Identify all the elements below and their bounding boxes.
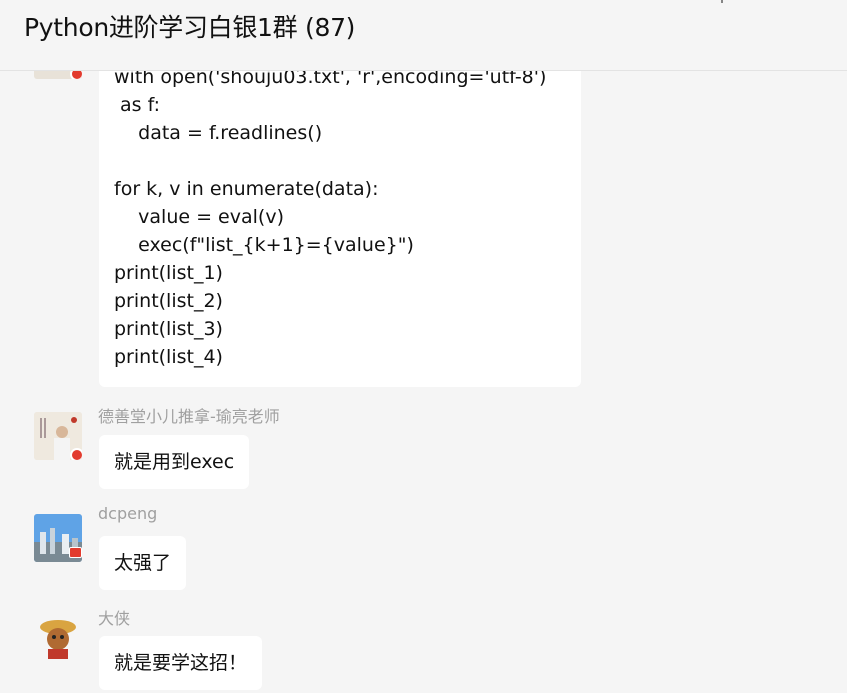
message-bubble[interactable]: 就是用到exec bbox=[99, 435, 250, 489]
message-bubble[interactable]: 就是要学这招！ bbox=[99, 636, 263, 690]
avatar[interactable] bbox=[34, 412, 82, 460]
message-list[interactable]: with open('shouju03.txt', 'r',encoding='… bbox=[0, 71, 847, 693]
avatar-image bbox=[34, 613, 82, 661]
flag-icon bbox=[70, 448, 82, 460]
code-line: print(list_2) bbox=[114, 290, 223, 312]
sender-name: dcpeng bbox=[98, 504, 158, 523]
code-message-bubble[interactable]: with open('shouju03.txt', 'r',encoding='… bbox=[99, 71, 581, 387]
avatar[interactable] bbox=[34, 613, 82, 661]
pin-icon[interactable] bbox=[716, 0, 730, 6]
chat-header: Python进阶学习白银1群 (87) bbox=[0, 0, 847, 71]
sender-name: 德善堂小儿推拿-瑜亮老师 bbox=[98, 407, 280, 426]
avatar[interactable] bbox=[34, 514, 82, 562]
code-line: for k, v in enumerate(data): bbox=[114, 178, 379, 200]
code-line: exec(f"list_{k+1}={value}") bbox=[114, 234, 414, 256]
chat-title: Python进阶学习白银1群 (87) bbox=[24, 13, 356, 42]
sender-name: 大侠 bbox=[98, 609, 131, 628]
flag-icon bbox=[69, 547, 82, 558]
avatar[interactable] bbox=[34, 71, 82, 79]
code-line: print(list_4) bbox=[114, 346, 223, 368]
code-line: value = eval(v) bbox=[114, 206, 284, 228]
window-icon[interactable] bbox=[814, 0, 828, 6]
code-line: with open('shouju03.txt', 'r',encoding='… bbox=[114, 71, 547, 88]
code-line: data = f.readlines() bbox=[114, 122, 323, 144]
code-line: print(list_1) bbox=[114, 262, 223, 284]
code-line: as f: bbox=[114, 94, 161, 116]
code-line: print(list_3) bbox=[114, 318, 223, 340]
flag-icon bbox=[70, 71, 82, 79]
message-bubble[interactable]: 太强了 bbox=[99, 536, 187, 590]
